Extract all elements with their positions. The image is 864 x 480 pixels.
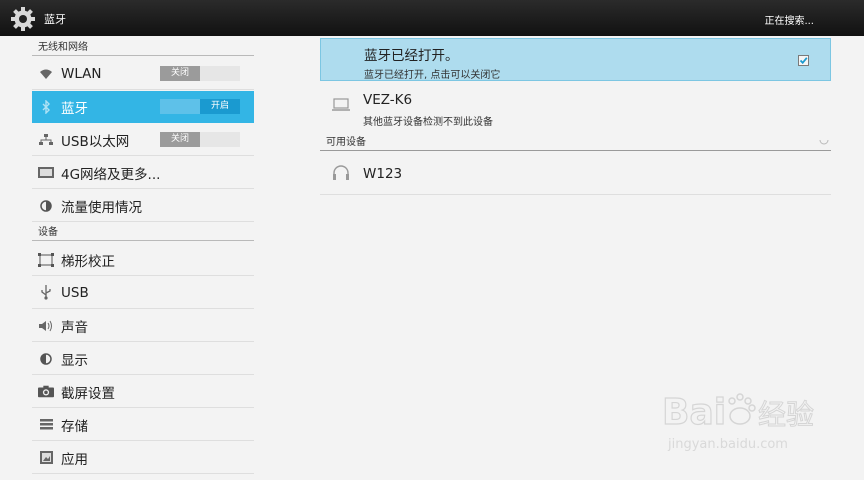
headset-icon	[333, 165, 349, 180]
toggle-state: 关闭	[160, 132, 200, 147]
scanning-spinner-icon	[819, 139, 829, 145]
ethernet-icon	[38, 132, 54, 148]
sidebar-item-label: 蓝牙	[61, 101, 88, 117]
page-title: 蓝牙	[44, 13, 66, 26]
bluetooth-toggle[interactable]: 开启	[160, 99, 240, 114]
bluetooth-status-title: 蓝牙已经打开。	[364, 48, 459, 64]
display-icon	[38, 351, 54, 367]
sidebar-item-sound[interactable]: 声音	[32, 310, 254, 342]
sidebar-item-label: 4G网络及更多...	[61, 166, 161, 183]
storage-icon	[38, 417, 54, 433]
sidebar-item-4g-more[interactable]: 4G网络及更多...	[32, 157, 254, 189]
available-device-row[interactable]: W123	[320, 154, 831, 194]
section-device: 设备	[32, 224, 254, 241]
svg-text:经验: 经验	[758, 398, 814, 431]
settings-gear-icon[interactable]	[10, 6, 36, 32]
wifi-icon	[38, 66, 54, 82]
device-visibility: 其他蓝牙设备检测不到此设备	[363, 117, 493, 128]
sidebar-item-label: 应用	[61, 451, 88, 468]
sidebar-item-label: USB	[61, 284, 89, 301]
sidebar-item-label: 显示	[61, 352, 88, 369]
baidu-logo: Bai 经验 jingyan.baidu.com	[661, 391, 814, 452]
sidebar-item-data-usage[interactable]: 流量使用情况	[32, 190, 254, 222]
sidebar-item-label: 声音	[61, 319, 88, 336]
available-devices-title: 可用设备	[326, 137, 366, 148]
sound-icon	[38, 318, 54, 334]
keystone-icon	[38, 252, 54, 268]
device-name: VEZ-K6	[363, 92, 413, 108]
sidebar-item-label: 梯形校正	[61, 253, 115, 270]
bluetooth-icon	[38, 99, 54, 115]
camera-icon	[38, 384, 54, 400]
sidebar-item-keystone[interactable]: 梯形校正	[32, 244, 254, 276]
sidebar-item-apps[interactable]: 应用	[32, 442, 254, 474]
wlan-toggle[interactable]: 关闭	[160, 66, 240, 81]
baidu-watermark: Bai 经验 jingyan.baidu.com	[660, 382, 830, 462]
sidebar-item-display[interactable]: 显示	[32, 343, 254, 375]
apps-icon	[38, 450, 54, 466]
sidebar-item-label: 截屏设置	[61, 385, 115, 402]
settings-sidebar: 无线和网络 WLAN 关闭 蓝牙 开启 USB以太网 关闭 4G网络及更多...	[0, 36, 276, 480]
sidebar-item-screenshot[interactable]: 截屏设置	[32, 376, 254, 408]
sidebar-item-label: WLAN	[61, 65, 102, 82]
svg-text:Bai: Bai	[662, 392, 726, 433]
available-devices-header: 可用设备	[320, 134, 831, 151]
this-device-row[interactable]: VEZ-K6 其他蓝牙设备检测不到此设备	[320, 86, 831, 130]
action-bar: 蓝牙 正在搜索...	[0, 0, 864, 36]
sidebar-item-storage[interactable]: 存储	[32, 409, 254, 441]
svg-text:jingyan.baidu.com: jingyan.baidu.com	[667, 437, 788, 452]
sidebar-item-label: USB以太网	[61, 133, 130, 150]
usb-icon	[38, 285, 54, 301]
sidebar-item-usb-ethernet[interactable]: USB以太网 关闭	[32, 124, 254, 156]
sidebar-item-usb[interactable]: USB	[32, 277, 254, 309]
toggle-state: 开启	[200, 99, 240, 114]
data-usage-icon	[38, 198, 54, 214]
bluetooth-switch-row[interactable]: 蓝牙已经打开。 蓝牙已经打开, 点击可以关闭它	[320, 38, 831, 81]
scan-status: 正在搜索...	[764, 16, 814, 27]
device-name: W123	[363, 166, 403, 182]
checkmark-icon	[799, 57, 808, 65]
toggle-state: 关闭	[160, 66, 200, 81]
bluetooth-status-subtitle: 蓝牙已经打开, 点击可以关闭它	[364, 70, 501, 81]
sidebar-item-bluetooth[interactable]: 蓝牙 开启	[32, 91, 254, 123]
sidebar-item-wlan[interactable]: WLAN 关闭	[32, 58, 254, 90]
row-divider	[320, 194, 831, 195]
usb-ethernet-toggle[interactable]: 关闭	[160, 132, 240, 147]
section-wireless: 无线和网络	[32, 39, 254, 56]
sidebar-item-label: 存储	[61, 418, 88, 435]
laptop-icon	[332, 98, 350, 111]
sidebar-item-label: 流量使用情况	[61, 199, 142, 216]
network-more-icon	[38, 165, 54, 181]
bluetooth-checkbox[interactable]	[798, 55, 809, 66]
